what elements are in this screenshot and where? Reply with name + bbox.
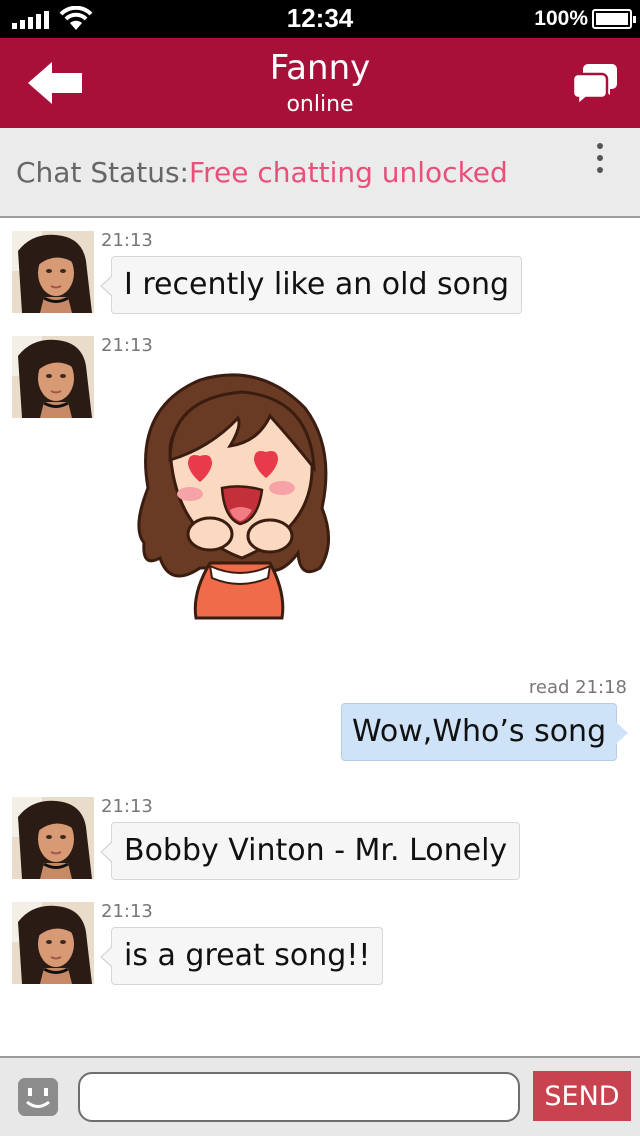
message-time: 21:13: [101, 901, 153, 922]
message-input[interactable]: [78, 1072, 520, 1122]
message-time: 21:13: [101, 796, 153, 817]
incoming-message-bubble[interactable]: Bobby Vinton - Mr. Lonely: [99, 822, 521, 880]
in-love-girl-sticker[interactable]: [130, 368, 340, 623]
send-button[interactable]: SEND: [533, 1071, 631, 1121]
contact-name: Fanny: [269, 48, 371, 88]
emoji-icon[interactable]: [18, 1078, 58, 1116]
chat-bubbles-icon[interactable]: [572, 60, 618, 106]
incoming-message-bubble[interactable]: is a great song!!: [99, 927, 384, 985]
message-time: 21:13: [101, 335, 153, 356]
battery-percentage: 100%: [534, 7, 588, 30]
contact-avatar[interactable]: [12, 336, 94, 418]
chat-status: Chat Status:Free chatting unlocked: [16, 156, 508, 189]
contact-avatar[interactable]: [12, 797, 94, 879]
contact-online-status: online: [286, 92, 354, 117]
outgoing-message-bubble[interactable]: Wow,Who’s song: [341, 703, 629, 761]
incoming-message-bubble[interactable]: I recently like an old song: [99, 256, 523, 314]
chat-header: Fanny online: [0, 38, 640, 128]
contact-avatar[interactable]: [12, 902, 94, 984]
message-time: 21:13: [101, 230, 153, 251]
chat-status-value: Free chatting unlocked: [189, 156, 508, 189]
message-input-bar: SEND: [0, 1056, 640, 1136]
chat-status-label: Chat Status:: [16, 156, 189, 189]
more-vertical-icon[interactable]: [588, 140, 612, 180]
battery-icon: [592, 9, 636, 29]
status-bar: 12:34 100%: [0, 0, 640, 38]
chat-status-bar: Chat Status:Free chatting unlocked: [0, 128, 640, 218]
contact-avatar[interactable]: [12, 231, 94, 313]
message-read-status: read 21:18: [528, 677, 627, 698]
